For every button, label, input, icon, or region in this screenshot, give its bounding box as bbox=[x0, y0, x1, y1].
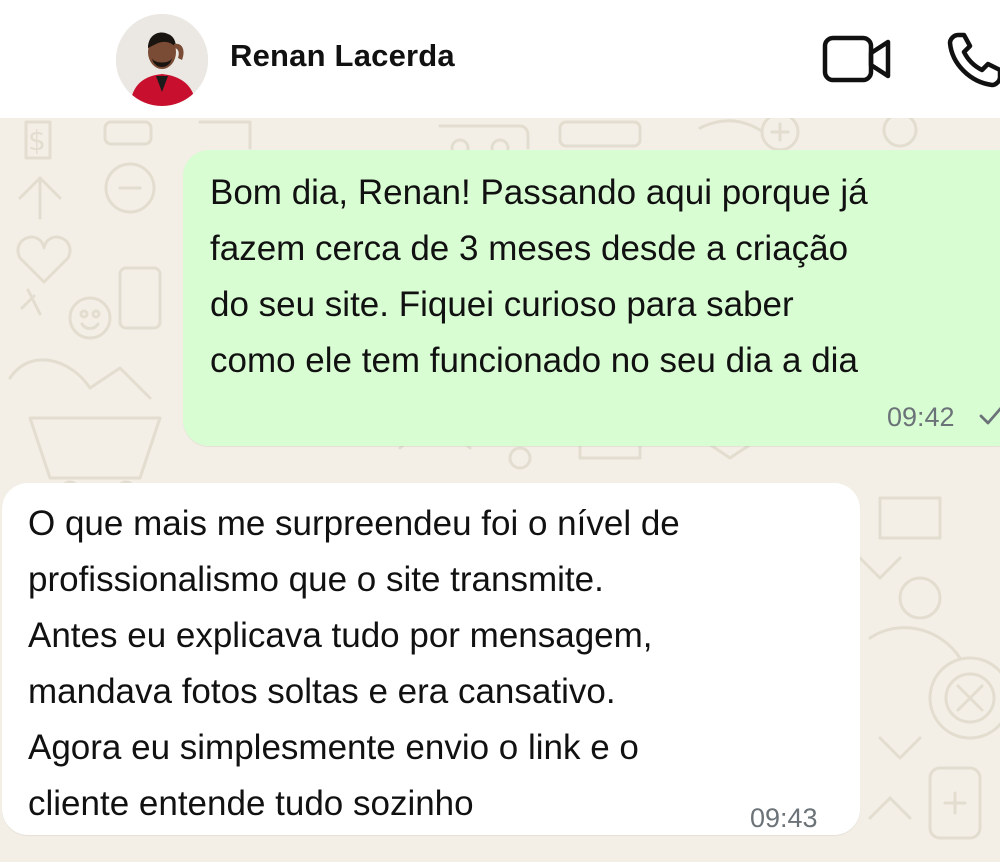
voice-call-icon[interactable] bbox=[946, 30, 1000, 90]
message-timestamp: 09:43 bbox=[750, 803, 818, 833]
message-text: Bom dia, Renan! Passando aqui porque já … bbox=[210, 173, 868, 380]
chat-area[interactable]: $ Bom dia, Renan! Passando aqui porque j… bbox=[0, 118, 1000, 862]
svg-text:$: $ bbox=[28, 124, 46, 157]
message-text: O que mais me surpreendeu foi o nível de… bbox=[28, 504, 680, 823]
contact-name[interactable]: Renan Lacerda bbox=[230, 38, 455, 74]
contact-avatar[interactable] bbox=[116, 14, 208, 106]
message-bubble-incoming[interactable]: O que mais me surpreendeu foi o nível de… bbox=[2, 483, 860, 835]
message-bubble-outgoing[interactable]: Bom dia, Renan! Passando aqui porque já … bbox=[183, 150, 1000, 446]
chat-header: Renan Lacerda bbox=[0, 0, 1000, 118]
avatar-photo-icon bbox=[116, 14, 208, 106]
message-timestamp: 09:42 bbox=[887, 402, 955, 432]
single-check-icon bbox=[979, 407, 1000, 425]
video-call-icon[interactable] bbox=[822, 34, 892, 84]
